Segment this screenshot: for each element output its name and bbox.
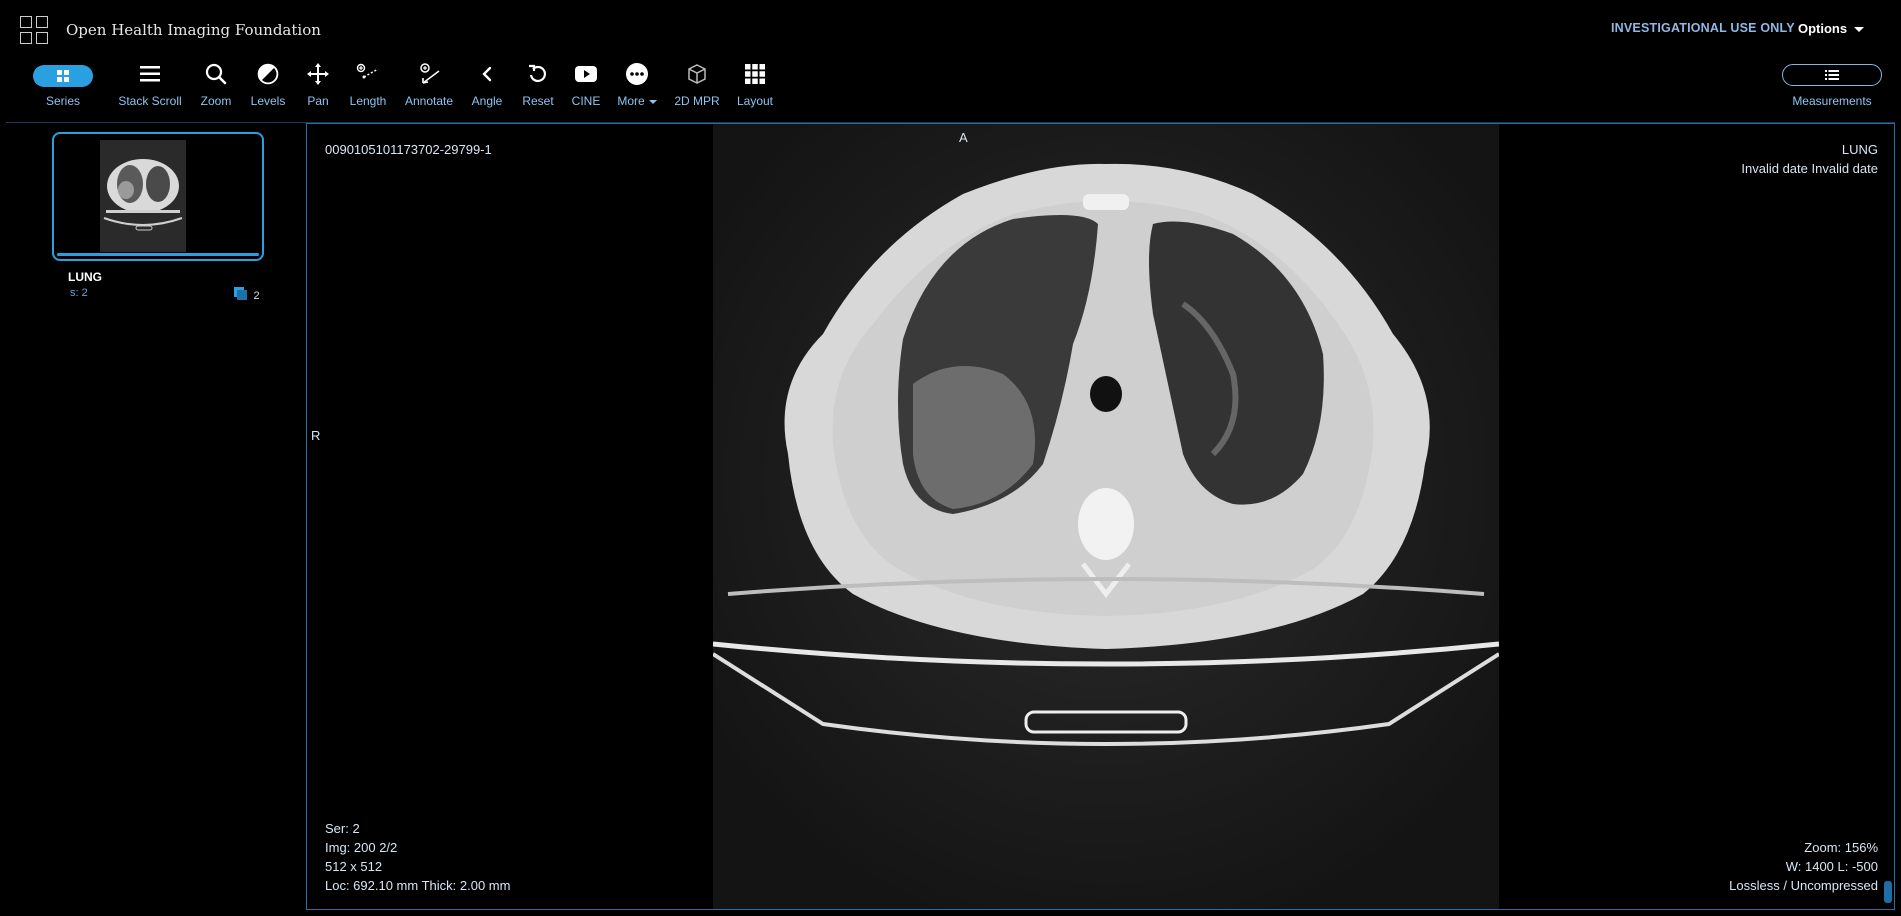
cine-label: CINE	[571, 94, 601, 108]
play-icon	[566, 62, 606, 86]
more-button[interactable]: More	[612, 62, 662, 112]
grid-icon	[732, 62, 778, 86]
bottom-right-overlay: Zoom: 156% W: 1400 L: -500 Lossless / Un…	[1729, 838, 1878, 895]
reset-button[interactable]: Reset	[516, 62, 560, 112]
options-menu[interactable]: Options	[1798, 21, 1865, 36]
annotate-icon	[402, 62, 456, 86]
levels-button[interactable]: Levels	[246, 62, 290, 112]
matrix-size: 512 x 512	[325, 859, 383, 874]
series-button[interactable]: Series	[28, 62, 98, 112]
grid-icon	[33, 64, 93, 87]
angle-label: Angle	[471, 94, 503, 108]
list-icon	[1782, 64, 1882, 86]
orientation-left: R	[311, 428, 321, 443]
bars-icon	[112, 62, 188, 86]
orientation-top: A	[959, 130, 968, 145]
more-label: More	[617, 94, 645, 108]
length-label: Length	[349, 94, 387, 108]
reset-label: Reset	[522, 94, 554, 108]
move-icon	[300, 62, 336, 86]
layout-label: Layout	[736, 94, 774, 108]
app-window: Open Health Imaging Foundation INVESTIGA…	[6, 6, 1895, 910]
measurements-label: Measurements	[1792, 94, 1872, 108]
levels-label: Levels	[250, 94, 286, 108]
series-description: LUNG	[1841, 142, 1878, 157]
thumbnail-image	[100, 140, 186, 252]
thumbnail-progress-bar	[57, 253, 259, 256]
stack-scroll-label: Stack Scroll	[118, 94, 182, 108]
ct-image[interactable]	[711, 124, 1501, 909]
zoom-info: Zoom: 156%	[1804, 840, 1878, 855]
viewport-scrollbar[interactable]	[1884, 881, 1892, 903]
study-date: Invalid date Invalid date	[1741, 161, 1878, 176]
stack-scroll-button[interactable]: Stack Scroll	[112, 62, 188, 112]
undo-icon	[516, 62, 560, 86]
search-icon	[196, 62, 236, 86]
stack-icon	[234, 287, 247, 300]
contrast-icon	[246, 62, 290, 86]
series-label: Series	[45, 94, 80, 108]
pan-label: Pan	[307, 94, 329, 108]
window-level-info: W: 1400 L: -500	[1785, 859, 1878, 874]
image-count: 2	[253, 290, 260, 302]
options-label: Options	[1798, 21, 1848, 36]
top-right-overlay: LUNG Invalid date Invalid date	[1741, 140, 1878, 178]
header: Open Health Imaging Foundation INVESTIGA…	[6, 6, 1895, 122]
app-title: Open Health Imaging Foundation	[66, 21, 321, 39]
annotate-button[interactable]: Annotate	[402, 62, 456, 112]
app-logo-icon[interactable]	[20, 16, 52, 48]
length-button[interactable]: Length	[344, 62, 392, 112]
viewport[interactable]: 0090105101173702-29799-1 A R LUNG Invali…	[306, 123, 1895, 910]
chevron-down-icon	[1854, 27, 1865, 33]
cine-button[interactable]: CINE	[566, 62, 606, 112]
image-count-badge: 2	[234, 287, 260, 306]
layout-button[interactable]: Layout	[732, 62, 778, 112]
series-number: s: 2	[70, 287, 88, 299]
series-thumbnail[interactable]	[52, 132, 264, 261]
ruler-icon	[344, 62, 392, 86]
cube-icon	[670, 62, 724, 86]
zoom-button[interactable]: Zoom	[196, 62, 236, 112]
more-icon	[612, 62, 662, 86]
mpr-label: 2D MPR	[674, 94, 720, 108]
chevron-down-icon	[648, 99, 657, 104]
annotate-label: Annotate	[404, 94, 454, 108]
patient-id: 0090105101173702-29799-1	[325, 142, 492, 157]
pan-button[interactable]: Pan	[300, 62, 336, 112]
mpr-button[interactable]: 2D MPR	[670, 62, 724, 112]
bottom-left-overlay: Ser: 2 Img: 200 2/2 512 x 512 Loc: 692.1…	[325, 819, 510, 895]
zoom-label: Zoom	[200, 94, 232, 108]
angle-button[interactable]: Angle	[466, 62, 508, 112]
location-info: Loc: 692.10 mm Thick: 2.00 mm	[325, 878, 511, 893]
investigational-notice: INVESTIGATIONAL USE ONLY	[1611, 21, 1795, 35]
compression-info: Lossless / Uncompressed	[1729, 878, 1878, 893]
measurements-button[interactable]: Measurements	[1780, 62, 1884, 112]
series-name: LUNG	[68, 270, 102, 284]
chevron-left-icon	[466, 62, 508, 86]
image-info: Img: 200 2/2	[325, 840, 398, 855]
series-info: Ser: 2	[325, 821, 360, 836]
